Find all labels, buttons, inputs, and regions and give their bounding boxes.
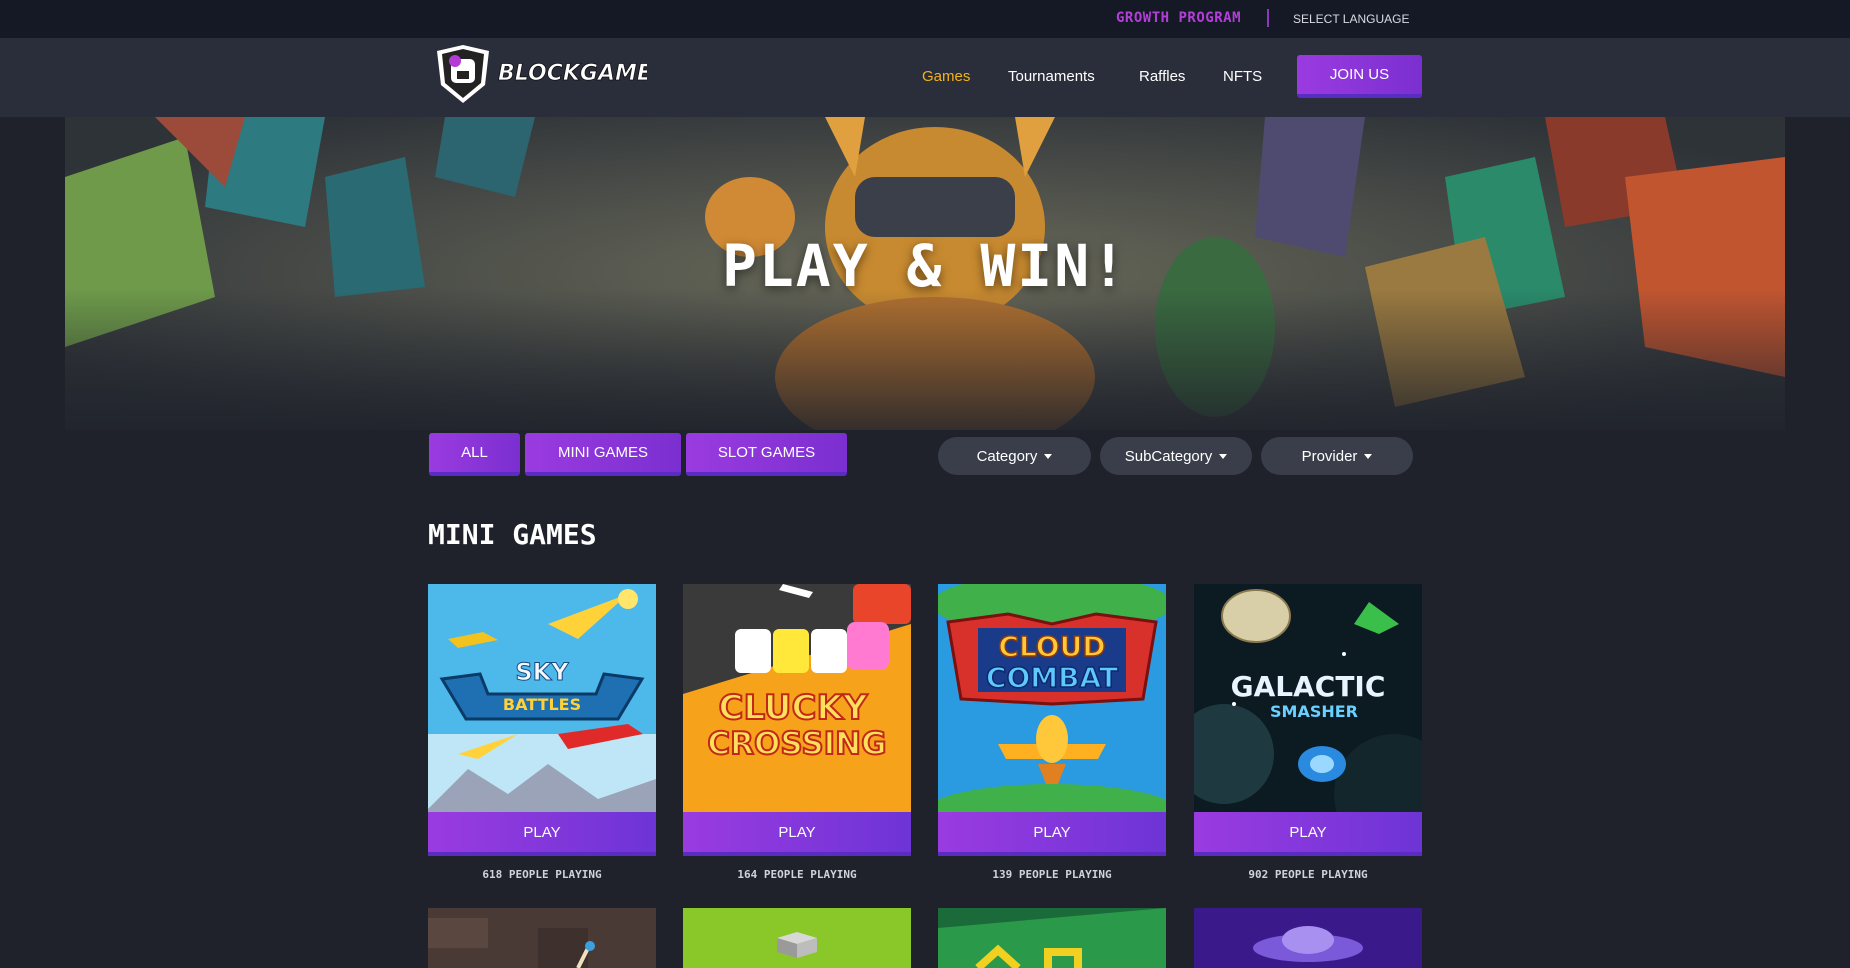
play-button[interactable]: PLAY <box>428 812 656 856</box>
hero-title: PLAY & WIN! <box>721 232 1129 300</box>
game-thumbnail[interactable]: CLOUD COMBAT <box>938 584 1166 812</box>
play-button[interactable]: PLAY <box>683 812 911 856</box>
game-thumbnail[interactable]: SKY BATTLES <box>428 584 656 812</box>
game-card[interactable] <box>428 908 656 968</box>
title-line: BATTLES <box>503 695 581 714</box>
title-line: CLOUD <box>998 630 1105 663</box>
game-card-galactic-smasher: GALACTIC SMASHER PLAY 902 PEOPLE PLAYING <box>1194 584 1422 881</box>
players-count: 139 PEOPLE PLAYING <box>992 868 1112 881</box>
nav-tournaments[interactable]: Tournaments <box>1008 68 1095 85</box>
title-line: CLUCKY <box>719 688 868 728</box>
play-button[interactable]: PLAY <box>938 812 1166 856</box>
title-line: COMBAT <box>986 661 1118 694</box>
select-language-link[interactable]: SELECT LANGUAGE <box>1293 12 1409 26</box>
nav-raffles[interactable]: Raffles <box>1139 68 1185 85</box>
play-button[interactable]: PLAY <box>1194 812 1422 856</box>
game-thumbnail <box>1194 908 1422 968</box>
caret-down-icon <box>1044 453 1053 459</box>
game-thumbnail <box>683 908 911 968</box>
game-card-clucky-crossing: CLUCKY CROSSING PLAY 164 PEOPLE PLAYING <box>683 584 911 881</box>
provider-dropdown-label: Provider <box>1301 447 1358 465</box>
game-card-cloud-combat: CLOUD COMBAT PLAY 139 PEOPLE PLAYING <box>938 584 1166 881</box>
players-count: 902 PEOPLE PLAYING <box>1248 868 1368 881</box>
join-us-button[interactable]: JOIN US <box>1297 55 1422 98</box>
category-dropdown[interactable]: Category <box>938 437 1091 475</box>
tab-mini-games[interactable]: MINI GAMES <box>525 433 681 476</box>
tab-slot-games[interactable]: SLOT GAMES <box>686 433 847 476</box>
top-bar-divider <box>1267 9 1269 27</box>
caret-down-icon <box>1364 453 1373 459</box>
category-dropdown-label: Category <box>976 447 1038 465</box>
top-bar: GROWTH PROGRAM SELECT LANGUAGE <box>0 0 1850 38</box>
subcategory-dropdown[interactable]: SubCategory <box>1100 437 1252 475</box>
growth-program-link[interactable]: GROWTH PROGRAM <box>1116 10 1241 26</box>
section-title: MINI GAMES <box>428 518 597 551</box>
game-card[interactable] <box>938 908 1166 968</box>
game-thumbnail <box>428 908 656 968</box>
players-count: 618 PEOPLE PLAYING <box>482 868 602 881</box>
title-line: SKY <box>515 658 569 686</box>
nav-nfts[interactable]: NFTS <box>1223 68 1262 85</box>
subcategory-dropdown-label: SubCategory <box>1124 447 1213 465</box>
provider-dropdown[interactable]: Provider <box>1261 437 1413 475</box>
game-thumbnail[interactable]: CLUCKY CROSSING <box>683 584 911 812</box>
game-thumbnail <box>938 908 1166 968</box>
title-line: CROSSING <box>707 726 886 762</box>
title-line: SMASHER <box>1270 702 1358 721</box>
game-card[interactable] <box>683 908 911 968</box>
game-card-sky-battles: SKY BATTLES PLAY 618 PEOPLE PLAYING <box>428 584 656 881</box>
caret-down-icon <box>1219 453 1228 459</box>
game-card[interactable] <box>1194 908 1422 968</box>
hero-banner: PLAY & WIN! <box>65 117 1785 430</box>
players-count: 164 PEOPLE PLAYING <box>737 868 857 881</box>
blockgamer-logo[interactable]: BLOCKGAMER <box>433 45 669 105</box>
title-line: GALACTIC <box>1231 670 1386 703</box>
game-thumbnail[interactable]: GALACTIC SMASHER <box>1194 584 1422 812</box>
svg-text:BLOCKGAMER: BLOCKGAMER <box>498 61 647 86</box>
nav-games[interactable]: Games <box>922 68 970 85</box>
tab-all[interactable]: ALL <box>429 433 520 476</box>
